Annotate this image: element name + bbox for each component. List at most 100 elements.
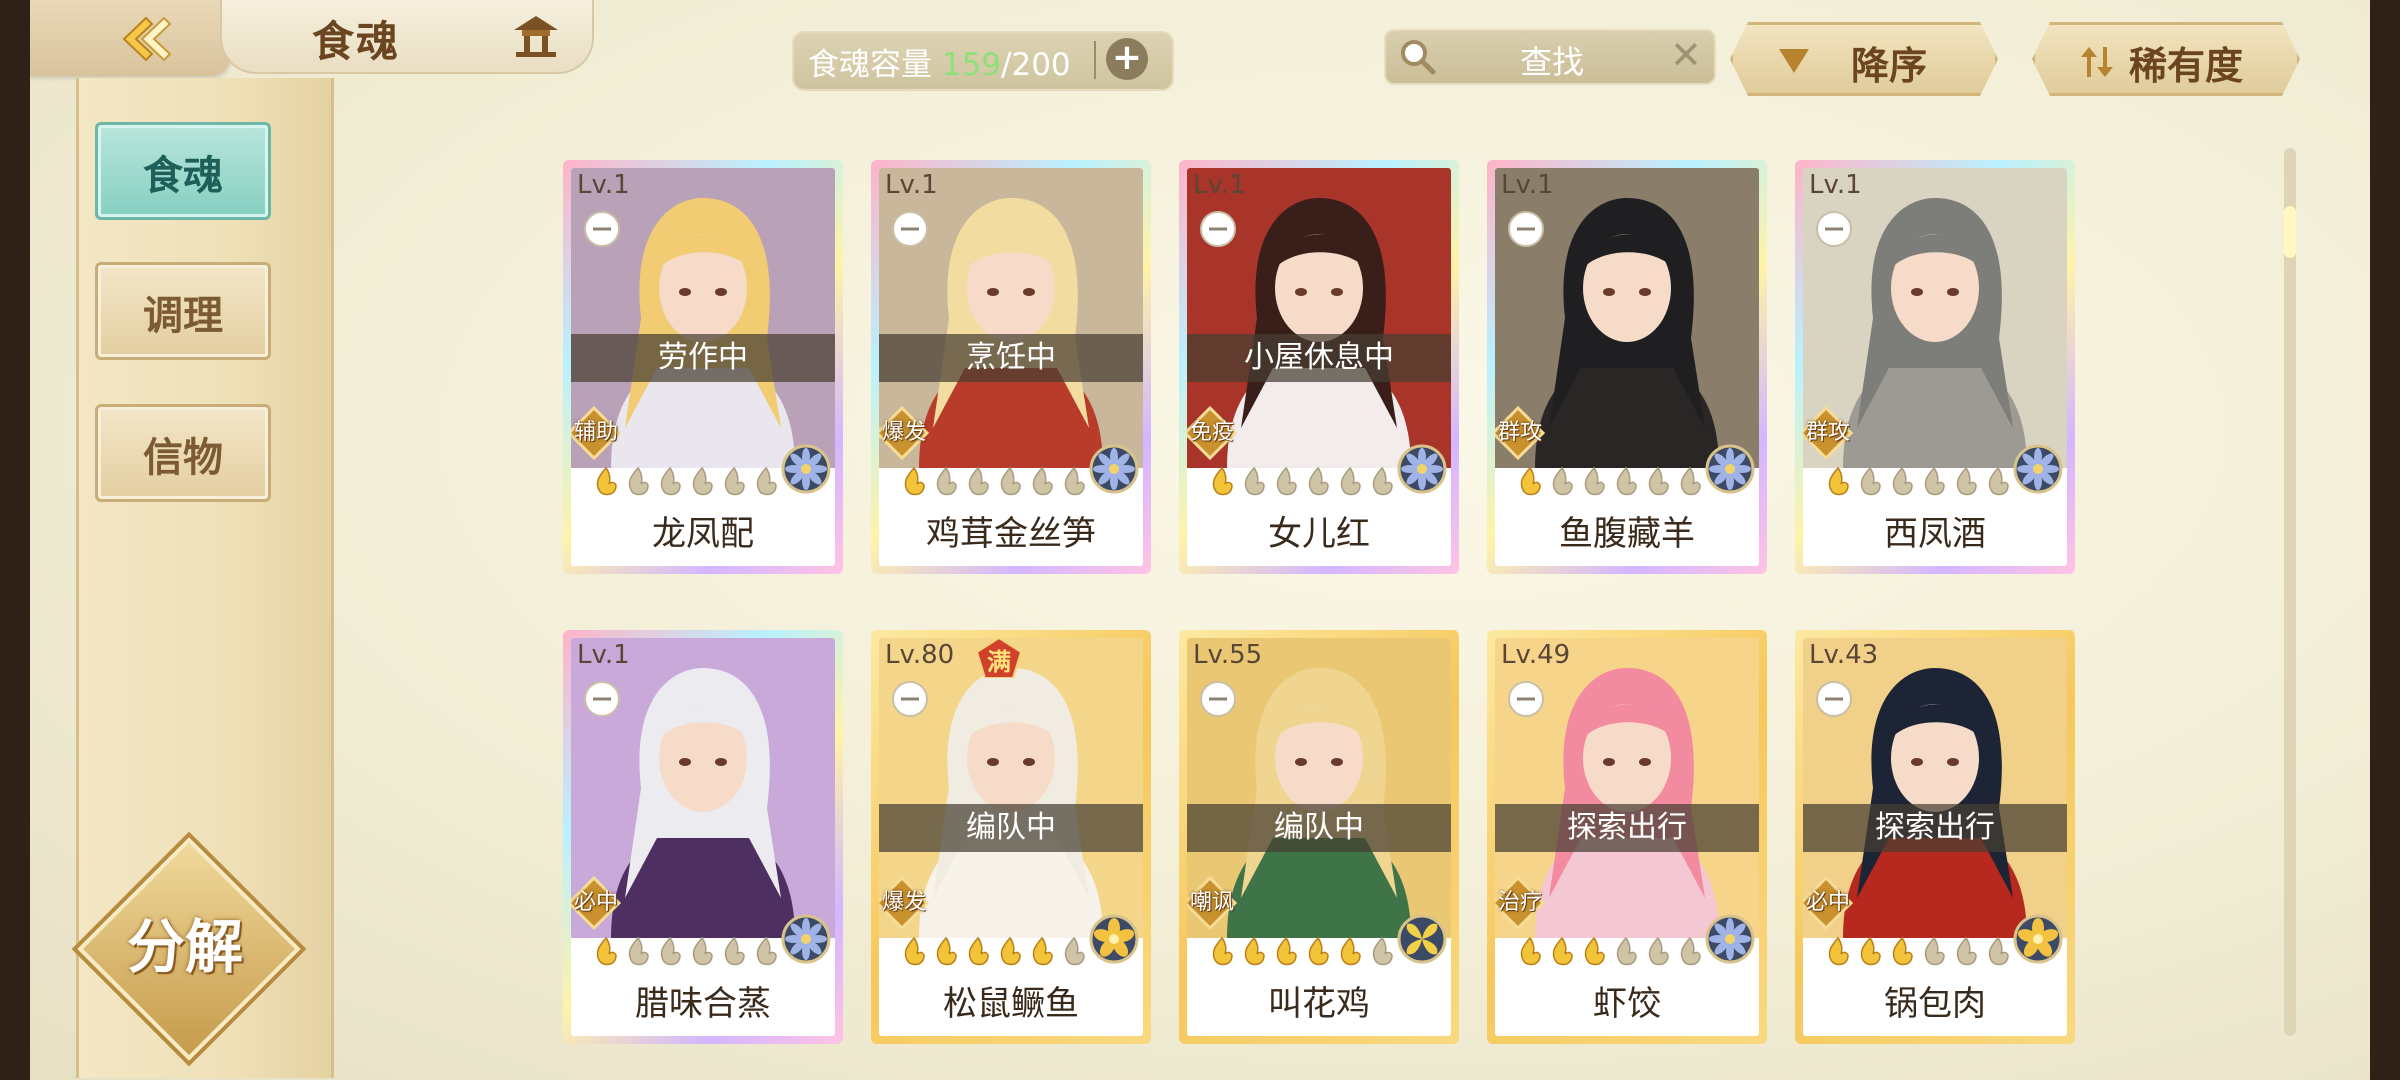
sort-order-button[interactable]: 降序 — [1730, 22, 1998, 96]
card-status: 探索出行 — [1803, 804, 2067, 852]
flame-star-icon — [1892, 936, 1913, 966]
role-label: 必中 — [573, 890, 618, 915]
sort-arrows-icon — [2079, 45, 2115, 79]
sidebar-item-cooking[interactable]: 调理 — [95, 262, 271, 360]
flame-star-icon — [1680, 936, 1701, 966]
food-soul-card[interactable]: Lv.80 编队中 满 爆发 松鼠鳜鱼 — [871, 630, 1151, 1044]
food-soul-card[interactable]: Lv.1 必中 腊味合蒸 — [563, 630, 843, 1044]
card-status: 探索出行 — [1495, 804, 1759, 852]
flower-element-icon — [781, 914, 831, 964]
capacity-max: /200 — [1001, 47, 1071, 83]
food-soul-card[interactable]: Lv.55 编队中 嘲讽 叫花鸡 — [1179, 630, 1459, 1044]
flame-star-icon — [1372, 936, 1393, 966]
role-label: 爆发 — [881, 890, 926, 915]
flame-star-icon — [1308, 936, 1329, 966]
star-rating — [1823, 466, 2015, 502]
flame-star-icon — [1276, 466, 1297, 496]
expand-capacity-button[interactable]: + — [1106, 38, 1148, 80]
sidebar-item-tokens[interactable]: 信物 — [95, 404, 271, 502]
flame-star-icon — [1244, 936, 1265, 966]
food-soul-card[interactable]: Lv.1 群攻 鱼腹藏羊 — [1487, 160, 1767, 574]
flame-star-icon — [1032, 466, 1053, 496]
card-status: 编队中 — [1187, 804, 1451, 852]
flame-star-icon — [1552, 936, 1573, 966]
role-label: 群攻 — [1805, 420, 1850, 445]
sidebar-item-food-souls[interactable]: 食魂 — [95, 122, 271, 220]
flame-star-icon — [596, 466, 617, 496]
mood-icon — [892, 681, 928, 717]
card-name: 腊味合蒸 — [635, 984, 771, 1024]
flame-star-icon — [1892, 466, 1913, 496]
title-tab: 食魂 — [220, 0, 594, 74]
card-name: 松鼠鳜鱼 — [943, 984, 1079, 1024]
card-level: Lv.1 — [885, 170, 938, 200]
search-input[interactable]: 查找 — [1520, 37, 1584, 83]
mood-icon — [892, 211, 928, 247]
screen-edge-left — [0, 0, 30, 1080]
card-level: Lv.43 — [1809, 640, 1879, 670]
flame-star-icon — [1064, 466, 1085, 496]
card-level: Lv.1 — [577, 170, 630, 200]
flame-star-icon — [660, 466, 681, 496]
flame-star-icon — [1032, 936, 1053, 966]
mood-icon — [1508, 681, 1544, 717]
mood-icon — [1200, 211, 1236, 247]
mood-icon — [1816, 211, 1852, 247]
star-rating — [1207, 936, 1399, 972]
food-soul-card[interactable]: Lv.43 探索出行 必中 锅包肉 — [1795, 630, 2075, 1044]
mood-icon — [1508, 211, 1544, 247]
back-button[interactable] — [30, 0, 230, 76]
flame-star-icon — [1520, 936, 1541, 966]
food-soul-card[interactable]: Lv.1 烹饪中 爆发 鸡茸金丝笋 — [871, 160, 1151, 574]
flower-element-icon — [1705, 444, 1755, 494]
star-rating — [591, 466, 783, 502]
flame-star-icon — [1308, 466, 1329, 496]
top-bar: 食魂 食魂容量 159/200 + 查找 ✕ 降序 稀有度 — [30, 0, 2370, 78]
card-name: 女儿红 — [1268, 514, 1370, 554]
scrollbar[interactable] — [2284, 148, 2296, 1036]
card-level: Lv.1 — [1501, 170, 1554, 200]
leaf-element-icon — [1397, 914, 1447, 964]
flame-star-icon — [1956, 466, 1977, 496]
decompose-label: 分解 — [126, 913, 243, 981]
flame-star-icon — [628, 936, 649, 966]
mood-icon — [1816, 681, 1852, 717]
flame-star-icon — [692, 466, 713, 496]
card-name: 西凤酒 — [1884, 514, 1986, 554]
sidebar-item-label: 调理 — [143, 292, 223, 339]
card-name: 锅包肉 — [1884, 984, 1986, 1024]
flame-star-icon — [660, 936, 681, 966]
mood-icon — [1200, 681, 1236, 717]
back-arrow-icon — [122, 16, 172, 62]
scrollbar-thumb[interactable] — [2284, 206, 2296, 258]
mood-icon — [584, 211, 620, 247]
sidebar-item-label: 食魂 — [143, 152, 223, 199]
role-label: 爆发 — [881, 420, 926, 445]
star-rating — [1207, 466, 1399, 502]
card-level: Lv.55 — [1193, 640, 1263, 670]
clear-search-icon[interactable]: ✕ — [1670, 33, 1702, 77]
flame-star-icon — [1616, 936, 1637, 966]
capacity-counter: 食魂容量 159/200 + — [792, 31, 1174, 91]
petal-element-icon — [2013, 914, 2063, 964]
food-soul-card[interactable]: Lv.1 群攻 西凤酒 — [1795, 160, 2075, 574]
flame-star-icon — [936, 936, 957, 966]
mood-icon — [584, 681, 620, 717]
card-status: 编队中 — [879, 804, 1143, 852]
flame-star-icon — [1552, 466, 1573, 496]
search-bar[interactable]: 查找 ✕ — [1384, 29, 1716, 85]
star-rating — [591, 936, 783, 972]
flame-star-icon — [1000, 466, 1021, 496]
star-rating — [899, 936, 1091, 972]
flame-star-icon — [692, 936, 713, 966]
sort-key-button[interactable]: 稀有度 — [2032, 22, 2300, 96]
page-title: 食魂 — [312, 17, 401, 66]
pavilion-icon[interactable] — [512, 14, 560, 58]
food-soul-card[interactable]: Lv.1 劳作中 辅助 龙凤配 — [563, 160, 843, 574]
flame-star-icon — [1244, 466, 1265, 496]
flame-star-icon — [1680, 466, 1701, 496]
food-soul-card[interactable]: Lv.1 小屋休息中 免疫 女儿红 — [1179, 160, 1459, 574]
role-label: 嘲讽 — [1189, 890, 1234, 915]
flame-star-icon — [1988, 936, 2009, 966]
food-soul-card[interactable]: Lv.49 探索出行 治疗 虾饺 — [1487, 630, 1767, 1044]
